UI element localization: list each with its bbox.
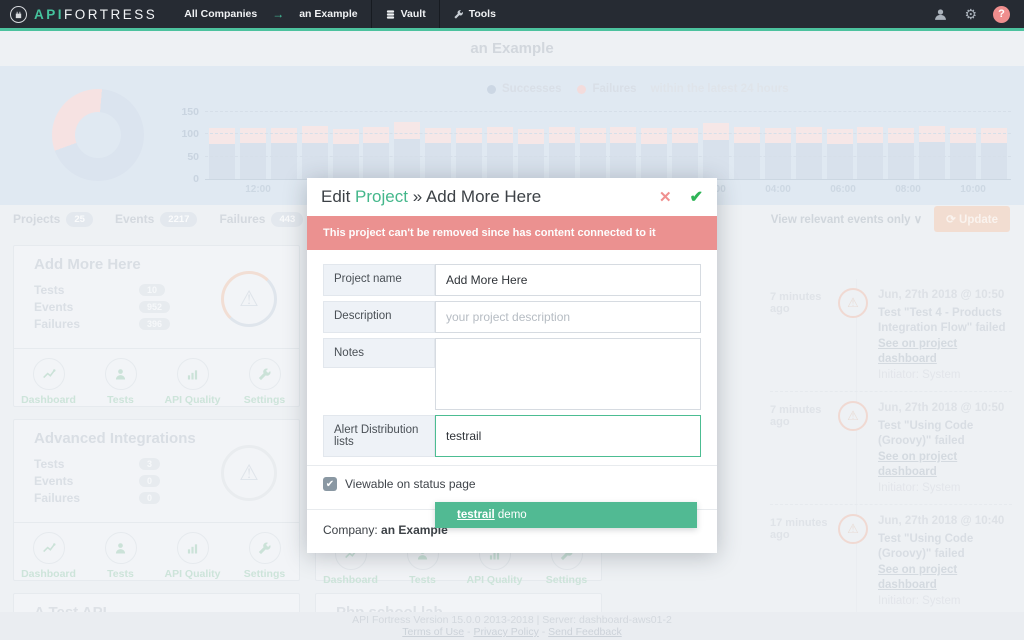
autocomplete-dropdown: testrail demo <box>435 502 697 528</box>
close-icon[interactable]: ✕ <box>659 188 672 206</box>
edit-project-modal: Edit Project » Add More Here ✕ ✔ This pr… <box>307 178 717 553</box>
modal-warning-banner: This project can't be removed since has … <box>307 216 717 250</box>
alert-lists-row: Alert Distribution lists <box>323 415 701 457</box>
confirm-icon[interactable]: ✔ <box>690 187 703 207</box>
help-icon[interactable]: ? <box>993 6 1010 23</box>
apifortress-logo-text: APIFORTRESS <box>34 7 157 22</box>
project-name-row: Project name <box>323 264 701 296</box>
dropdown-option-testrail-demo[interactable]: testrail demo <box>435 502 697 528</box>
modal-body: Project name Description Notes Alert Dis… <box>307 250 717 553</box>
project-name-input[interactable] <box>435 264 701 296</box>
status-page-row: ✔ Viewable on status page <box>323 466 701 501</box>
user-icon[interactable] <box>933 7 948 22</box>
apifortress-logo[interactable]: APIFORTRESS <box>0 6 171 23</box>
nav-tools[interactable]: Tools <box>440 0 509 28</box>
gear-icon[interactable]: ⚙ <box>964 6 977 23</box>
top-navbar: APIFORTRESS All Companies → an Example V… <box>0 0 1024 28</box>
vault-icon <box>385 9 396 20</box>
main-nav: All Companies → an Example Vault Tools <box>171 0 509 28</box>
status-page-checkbox[interactable]: ✔ <box>323 477 337 491</box>
nav-all-companies[interactable]: All Companies <box>171 0 270 28</box>
alert-lists-label: Alert Distribution lists <box>323 415 435 457</box>
wrench-icon <box>453 9 464 20</box>
notes-label: Notes <box>323 338 435 368</box>
app-window: APIFORTRESS All Companies → an Example V… <box>0 0 1024 640</box>
description-label: Description <box>323 301 435 333</box>
nav-vault[interactable]: Vault <box>372 0 439 28</box>
nav-current-company[interactable]: an Example <box>286 0 370 28</box>
apifortress-logo-icon <box>10 6 27 23</box>
modal-header: Edit Project » Add More Here ✕ ✔ <box>307 178 717 216</box>
notes-textarea[interactable] <box>435 338 701 410</box>
breadcrumb-arrow-icon: → <box>270 7 286 21</box>
status-page-label: Viewable on status page <box>345 477 476 491</box>
nav-right-icons: ⚙ ? <box>933 6 1024 23</box>
alert-lists-input[interactable] <box>435 415 701 457</box>
description-row: Description <box>323 301 701 333</box>
modal-title: Edit Project » Add More Here <box>321 187 541 207</box>
notes-row: Notes <box>323 338 701 410</box>
accent-divider <box>0 28 1024 31</box>
project-name-label: Project name <box>323 264 435 296</box>
description-input[interactable] <box>435 301 701 333</box>
